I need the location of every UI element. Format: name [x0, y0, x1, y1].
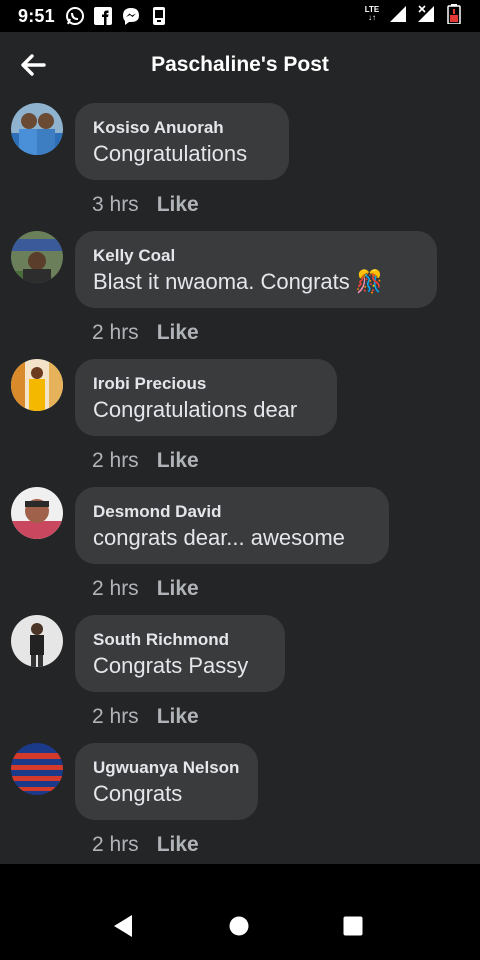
- signal-no-service-icon: [416, 4, 436, 24]
- nav-home-button[interactable]: [229, 916, 249, 941]
- comment-bubble[interactable]: Kosiso Anuorah Congratulations: [75, 103, 289, 180]
- comment-item: South Richmond Congrats Passy 2 hrs Like: [0, 610, 480, 738]
- facebook-icon: [93, 6, 113, 26]
- messenger-icon: [121, 6, 141, 26]
- comment-text: Congratulations dear: [93, 397, 298, 422]
- system-icons: LTE ↓↑: [364, 4, 464, 24]
- comment-item: Kosiso Anuorah Congratulations 3 hrs Lik…: [0, 98, 480, 226]
- like-button[interactable]: Like: [157, 193, 199, 217]
- comment-text: congrats dear... awesome: [93, 525, 345, 550]
- comment-text: Congrats: [93, 781, 183, 806]
- comment-bubble[interactable]: South Richmond Congrats Passy: [75, 615, 285, 692]
- whatsapp-icon: [65, 6, 85, 26]
- comment-text: Congrats Passy: [93, 653, 249, 678]
- comment-meta: 2 hrs Like: [92, 833, 199, 857]
- avatar[interactable]: [11, 487, 63, 539]
- comment-meta: 3 hrs Like: [92, 193, 199, 217]
- comment-time[interactable]: 3 hrs: [92, 193, 139, 217]
- comment-item: Ugwuanya Nelson Congrats 2 hrs Like: [0, 738, 480, 866]
- comment-bubble[interactable]: Irobi Precious Congratulations dear: [75, 359, 337, 436]
- signal-icon: [388, 4, 408, 24]
- status-time: 9:51: [18, 5, 55, 26]
- avatar[interactable]: [11, 103, 63, 155]
- comment-bubble[interactable]: Kelly Coal Blast it nwaoma. Congrats 🎊: [75, 231, 437, 308]
- like-button[interactable]: Like: [157, 833, 199, 857]
- comment-time[interactable]: 2 hrs: [92, 833, 139, 857]
- status-bar: 9:51 LTE ↓↑: [0, 0, 480, 32]
- like-button[interactable]: Like: [157, 705, 199, 729]
- comment-meta: 2 hrs Like: [92, 705, 199, 729]
- avatar[interactable]: [11, 743, 63, 795]
- comment-time[interactable]: 2 hrs: [92, 321, 139, 345]
- comment-meta: 2 hrs Like: [92, 449, 199, 473]
- party-emoji: 🎊: [355, 269, 384, 294]
- avatar[interactable]: [11, 615, 63, 667]
- comment-time[interactable]: 2 hrs: [92, 705, 139, 729]
- commenter-name[interactable]: Ugwuanya Nelson: [93, 758, 239, 778]
- comment-text: Blast it nwaoma. Congrats 🎊: [93, 269, 384, 294]
- comment-time[interactable]: 2 hrs: [92, 449, 139, 473]
- commenter-name[interactable]: Kosiso Anuorah: [93, 118, 224, 138]
- triangle-back-icon: [114, 915, 132, 937]
- comment-item: Desmond David congrats dear... awesome 2…: [0, 482, 480, 610]
- like-button[interactable]: Like: [157, 321, 199, 345]
- nav-back-button[interactable]: [112, 914, 134, 943]
- like-button[interactable]: Like: [157, 577, 199, 601]
- commenter-name[interactable]: Irobi Precious: [93, 374, 206, 394]
- navigation-bar: [0, 864, 480, 960]
- comment-time[interactable]: 2 hrs: [92, 577, 139, 601]
- page-title: Paschaline's Post: [151, 53, 329, 76]
- comment-bubble[interactable]: Ugwuanya Nelson Congrats: [75, 743, 258, 820]
- commenter-name[interactable]: Kelly Coal: [93, 246, 175, 266]
- like-button[interactable]: Like: [157, 449, 199, 473]
- avatar[interactable]: [11, 231, 63, 283]
- commenter-name[interactable]: Desmond David: [93, 502, 221, 522]
- lte-indicator: LTE ↓↑: [364, 5, 380, 22]
- comment-item: Kelly Coal Blast it nwaoma. Congrats 🎊 2…: [0, 226, 480, 354]
- comment-text: Congratulations: [93, 141, 248, 166]
- device-icon: [149, 6, 169, 26]
- circle-home-icon: [229, 916, 249, 936]
- square-recents-icon: [343, 916, 363, 936]
- comment-meta: 2 hrs Like: [92, 577, 199, 601]
- commenter-name[interactable]: South Richmond: [93, 630, 229, 650]
- avatar[interactable]: [11, 359, 63, 411]
- comment-item: Irobi Precious Congratulations dear 2 hr…: [0, 354, 480, 482]
- top-app-bar: Paschaline's Post: [0, 32, 480, 98]
- nav-recents-button[interactable]: [343, 916, 363, 941]
- comment-meta: 2 hrs Like: [92, 321, 199, 345]
- battery-icon: [444, 4, 464, 24]
- comment-list: Kosiso Anuorah Congratulations 3 hrs Lik…: [0, 98, 480, 866]
- notification-icons: [65, 6, 169, 26]
- comment-bubble[interactable]: Desmond David congrats dear... awesome: [75, 487, 389, 564]
